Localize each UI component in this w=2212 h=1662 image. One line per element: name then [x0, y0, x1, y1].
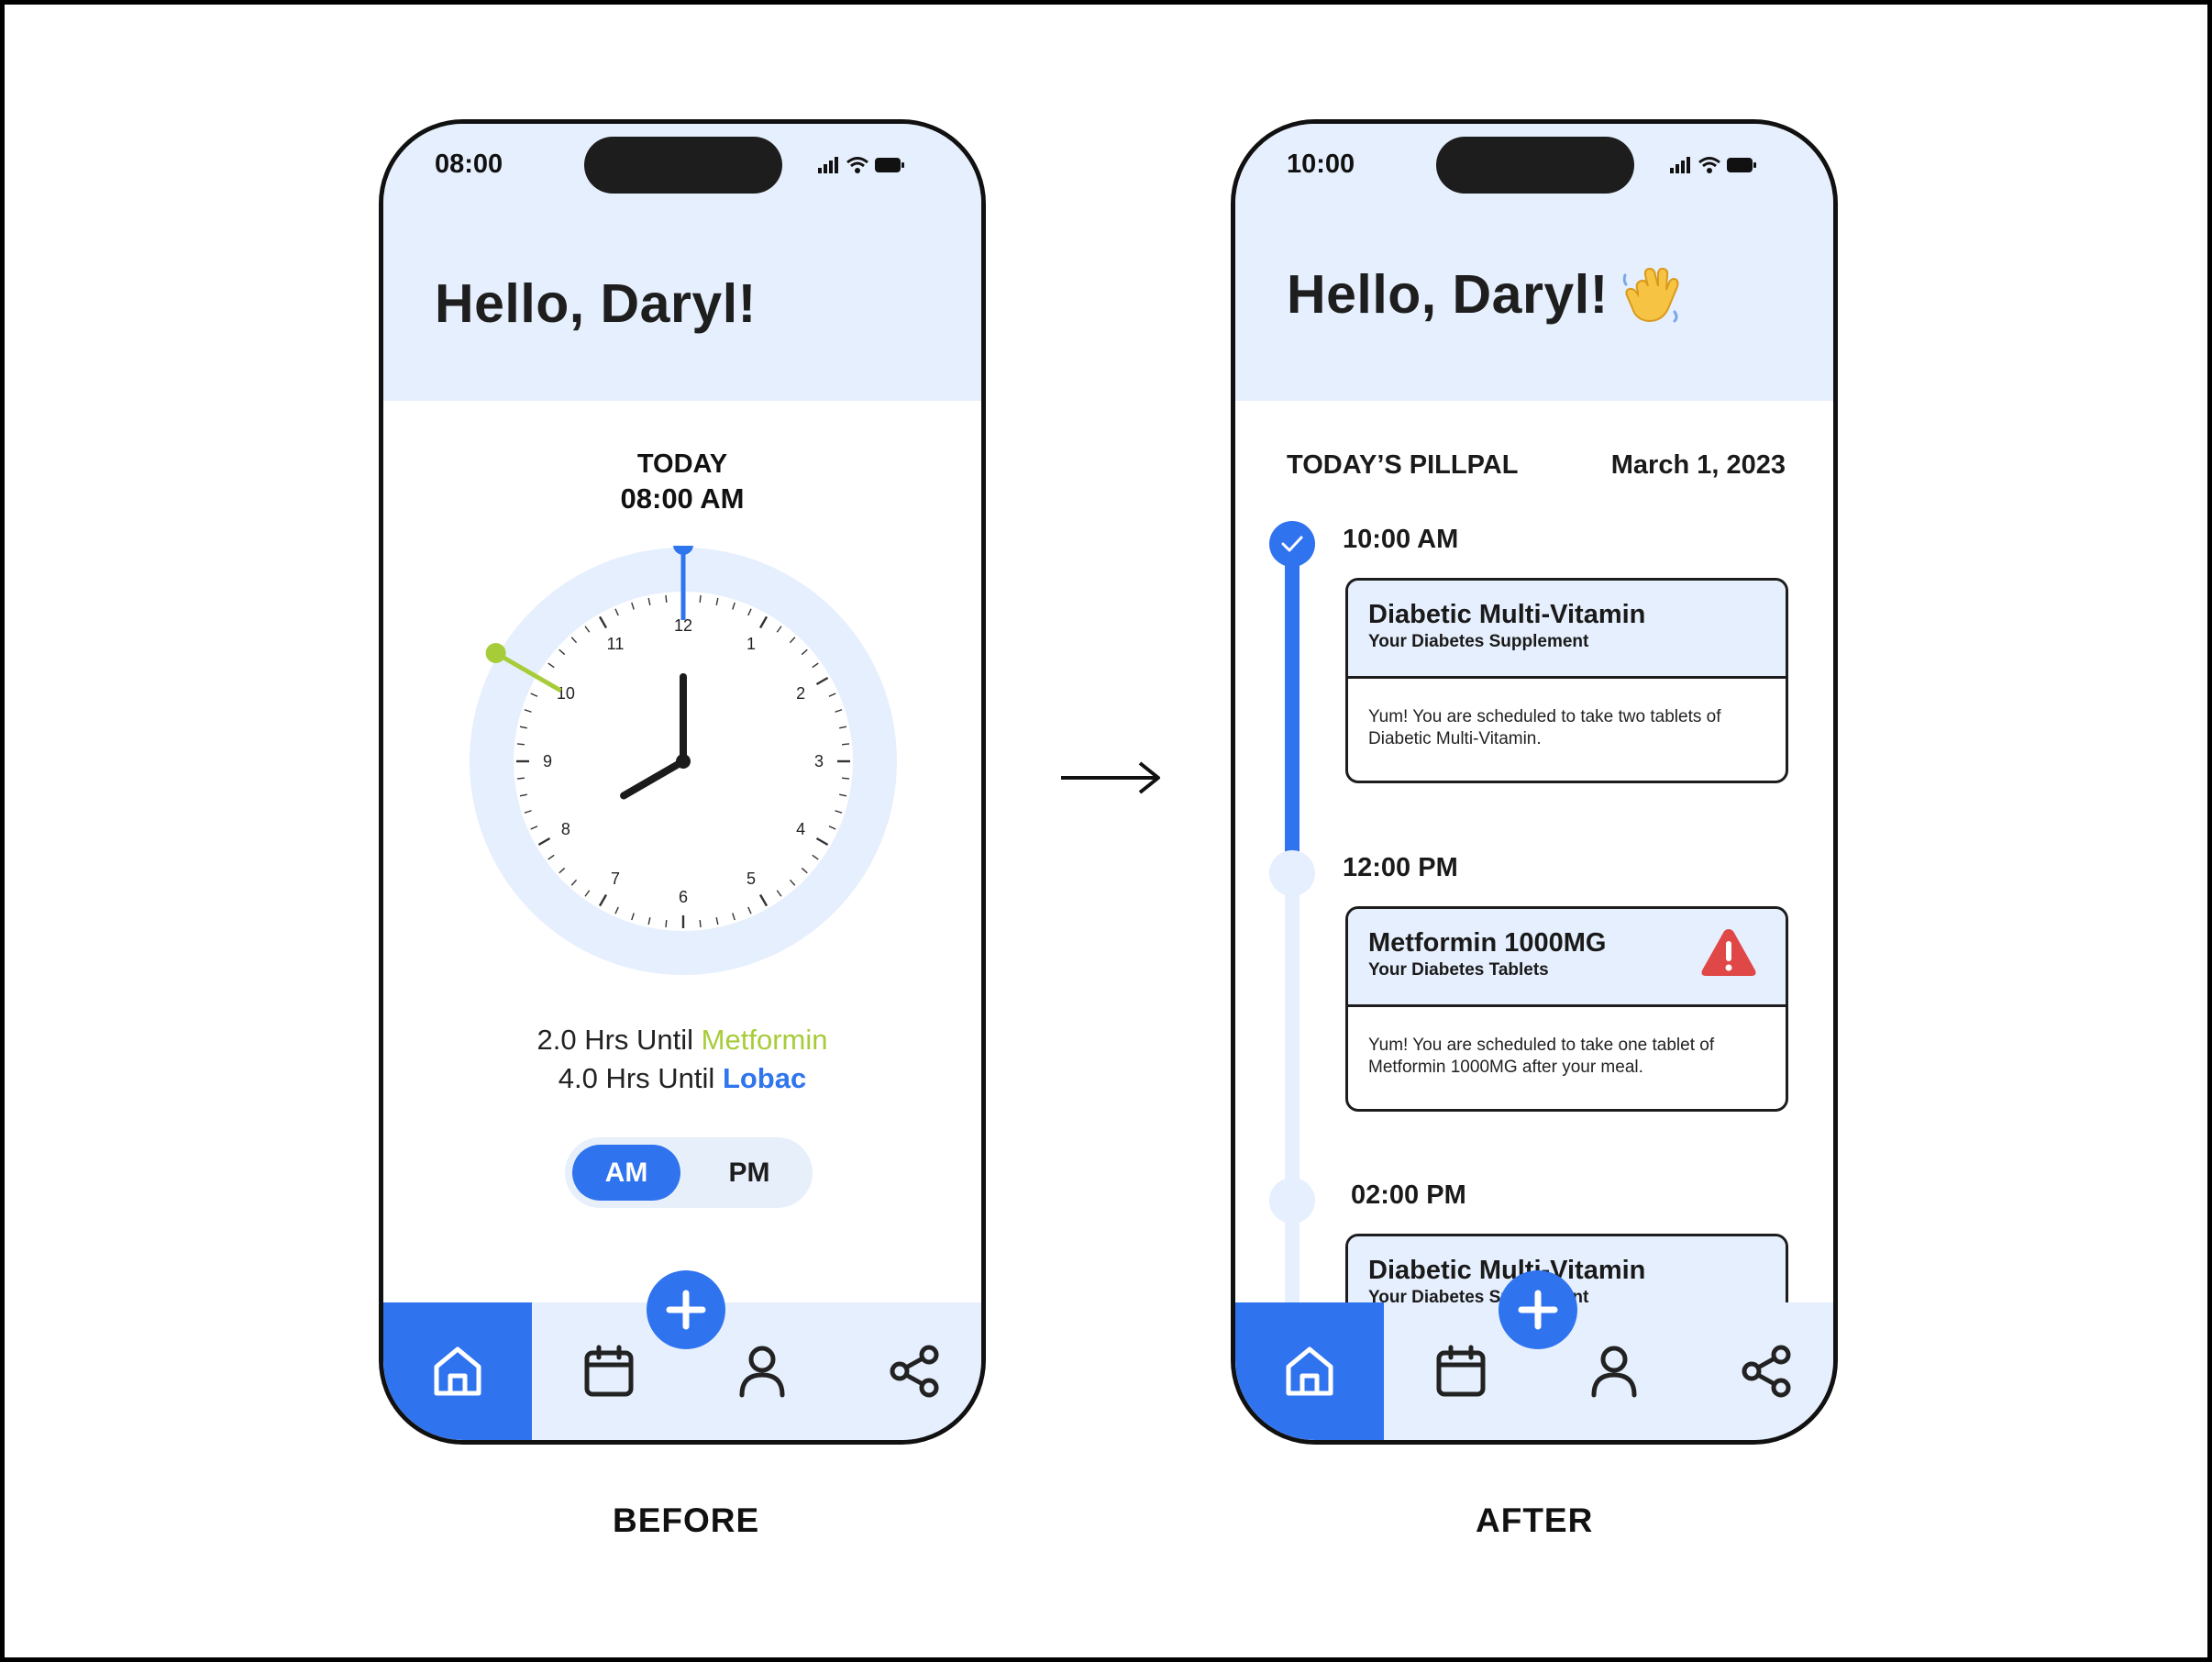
- warning-icon[interactable]: [1699, 925, 1758, 979]
- add-button[interactable]: [1499, 1270, 1577, 1349]
- share-icon: [890, 1345, 939, 1398]
- wifi-icon: [1698, 157, 1720, 173]
- pm-button[interactable]: PM: [695, 1145, 803, 1201]
- clock-tick: [699, 594, 702, 604]
- clock-tick: [665, 919, 668, 928]
- greeting-text: Hello, Daryl!: [1287, 264, 1609, 325]
- today-block: TODAY 08:00 AM: [383, 447, 981, 516]
- user-icon: [1591, 1346, 1637, 1398]
- slot-time: 12:00 PM: [1343, 853, 1458, 882]
- schedule-date: March 1, 2023: [1610, 450, 1786, 480]
- calendar-icon: [1436, 1345, 1486, 1397]
- card-title: Diabetic Multi-Vitamin: [1368, 1256, 1646, 1285]
- battery-icon: [1727, 158, 1756, 172]
- countdown-prefix: 4.0 Hrs Until: [558, 1062, 723, 1094]
- home-icon: [434, 1346, 481, 1396]
- clock-number: 6: [679, 888, 688, 906]
- card-body: Yum! You are scheduled to take one table…: [1368, 1036, 1715, 1077]
- clock-tick: [699, 919, 702, 928]
- today-time: 08:00 AM: [620, 482, 745, 515]
- calendar-icon: [584, 1345, 634, 1397]
- user-icon: [739, 1346, 785, 1398]
- status-icons: [1670, 157, 1756, 173]
- slot-time: 02:00 PM: [1351, 1180, 1466, 1210]
- clock-center: [676, 754, 691, 769]
- am-button[interactable]: AM: [572, 1145, 680, 1201]
- clock-number: 2: [796, 684, 805, 703]
- status-icons: [818, 157, 904, 173]
- clock-tick: [516, 743, 525, 746]
- arrow-right-icon: [1061, 761, 1160, 794]
- card-subtitle: Your Diabetes Supplement: [1368, 632, 1589, 651]
- signal-icon: [1670, 168, 1674, 173]
- caption-before: BEFORE: [613, 1501, 760, 1539]
- clock-tick: [516, 777, 525, 780]
- am-pm-toggle[interactable]: AM PM: [565, 1137, 813, 1208]
- countdown-line: 4.0 Hrs Until Lobac: [383, 1059, 981, 1098]
- signal-icon: [818, 168, 822, 173]
- analog-clock[interactable]: 121234567891011: [468, 546, 899, 977]
- clock-number: 8: [561, 820, 570, 838]
- greeting-text: Hello, Daryl!: [435, 273, 757, 334]
- nav-home[interactable]: [1235, 1302, 1384, 1440]
- countdown-med-lobac[interactable]: Lobac: [723, 1062, 806, 1094]
- share-icon: [1742, 1345, 1791, 1398]
- comparison-canvas: 08:00 Hello, Daryl! TODAY 08:00 AM 12 1 …: [0, 0, 2212, 1662]
- medication-card[interactable]: Diabetic Multi-Vitamin Your Diabetes Sup…: [1345, 578, 1788, 783]
- timeline-dot-done: [1269, 521, 1315, 567]
- status-time: 10:00: [1287, 150, 1355, 179]
- waving-hand-icon: [1622, 267, 1679, 323]
- countdown-prefix: 2.0 Hrs Until: [536, 1024, 702, 1056]
- clock-tick: [841, 777, 850, 780]
- countdown-med-metformin[interactable]: Metformin: [702, 1024, 828, 1056]
- section-title: TODAY’S PILLPAL: [1287, 450, 1519, 480]
- header: 08:00 Hello, Daryl!: [383, 124, 981, 401]
- caption-after: AFTER: [1476, 1501, 1594, 1539]
- dynamic-island: [584, 137, 782, 194]
- clock-number: 1: [747, 635, 756, 653]
- greeting: Hello, Daryl!: [435, 272, 757, 335]
- home-icon: [1286, 1346, 1333, 1396]
- timeline-progress: [1285, 546, 1300, 862]
- greeting: Hello, Daryl!: [1287, 263, 1682, 326]
- clock-number: 9: [543, 752, 552, 770]
- dynamic-island: [1436, 137, 1634, 194]
- clock-number: 4: [796, 820, 805, 838]
- card-body: Yum! You are scheduled to take two table…: [1368, 707, 1721, 748]
- clock-tick: [665, 594, 668, 604]
- clock-number: 7: [611, 870, 620, 888]
- card-title: Diabetic Multi-Vitamin: [1368, 600, 1646, 629]
- phone-after: 10:00 Hello, Daryl! TODAY’S PILLPAL Marc…: [1231, 119, 1838, 1445]
- timeline-dot: [1269, 850, 1315, 896]
- battery-icon: [875, 158, 904, 172]
- slot-time: 10:00 AM: [1343, 525, 1459, 554]
- clock-tick: [841, 743, 850, 746]
- status-time: 08:00: [435, 150, 503, 179]
- countdown-line: 2.0 Hrs Until Metformin: [383, 1021, 981, 1059]
- check-icon: [1281, 536, 1303, 552]
- nav-home[interactable]: [383, 1302, 532, 1440]
- today-label: TODAY: [636, 449, 728, 479]
- clock-number: 3: [814, 752, 824, 770]
- header: 10:00 Hello, Daryl!: [1235, 124, 1833, 401]
- medication-card[interactable]: Metformin 1000MG Your Diabetes Tablets Y…: [1345, 906, 1788, 1112]
- clock-number: 10: [557, 684, 575, 703]
- timeline-dot: [1269, 1178, 1315, 1224]
- wifi-icon: [846, 157, 868, 173]
- card-header: Diabetic Multi-Vitamin Your Diabetes Sup…: [1348, 581, 1786, 679]
- clock-number: 11: [607, 635, 625, 653]
- phone-before: 08:00 Hello, Daryl! TODAY 08:00 AM 12 1 …: [379, 119, 986, 1445]
- countdown-list: 2.0 Hrs Until Metformin 4.0 Hrs Until Lo…: [383, 1021, 981, 1098]
- plus-icon: [666, 1290, 706, 1330]
- nav-share[interactable]: [1690, 1302, 1833, 1440]
- card-header: Metformin 1000MG Your Diabetes Tablets: [1348, 909, 1786, 1007]
- nav-share[interactable]: [838, 1302, 981, 1440]
- plus-icon: [1518, 1290, 1558, 1330]
- clock-number: 5: [747, 870, 756, 888]
- add-button[interactable]: [647, 1270, 725, 1349]
